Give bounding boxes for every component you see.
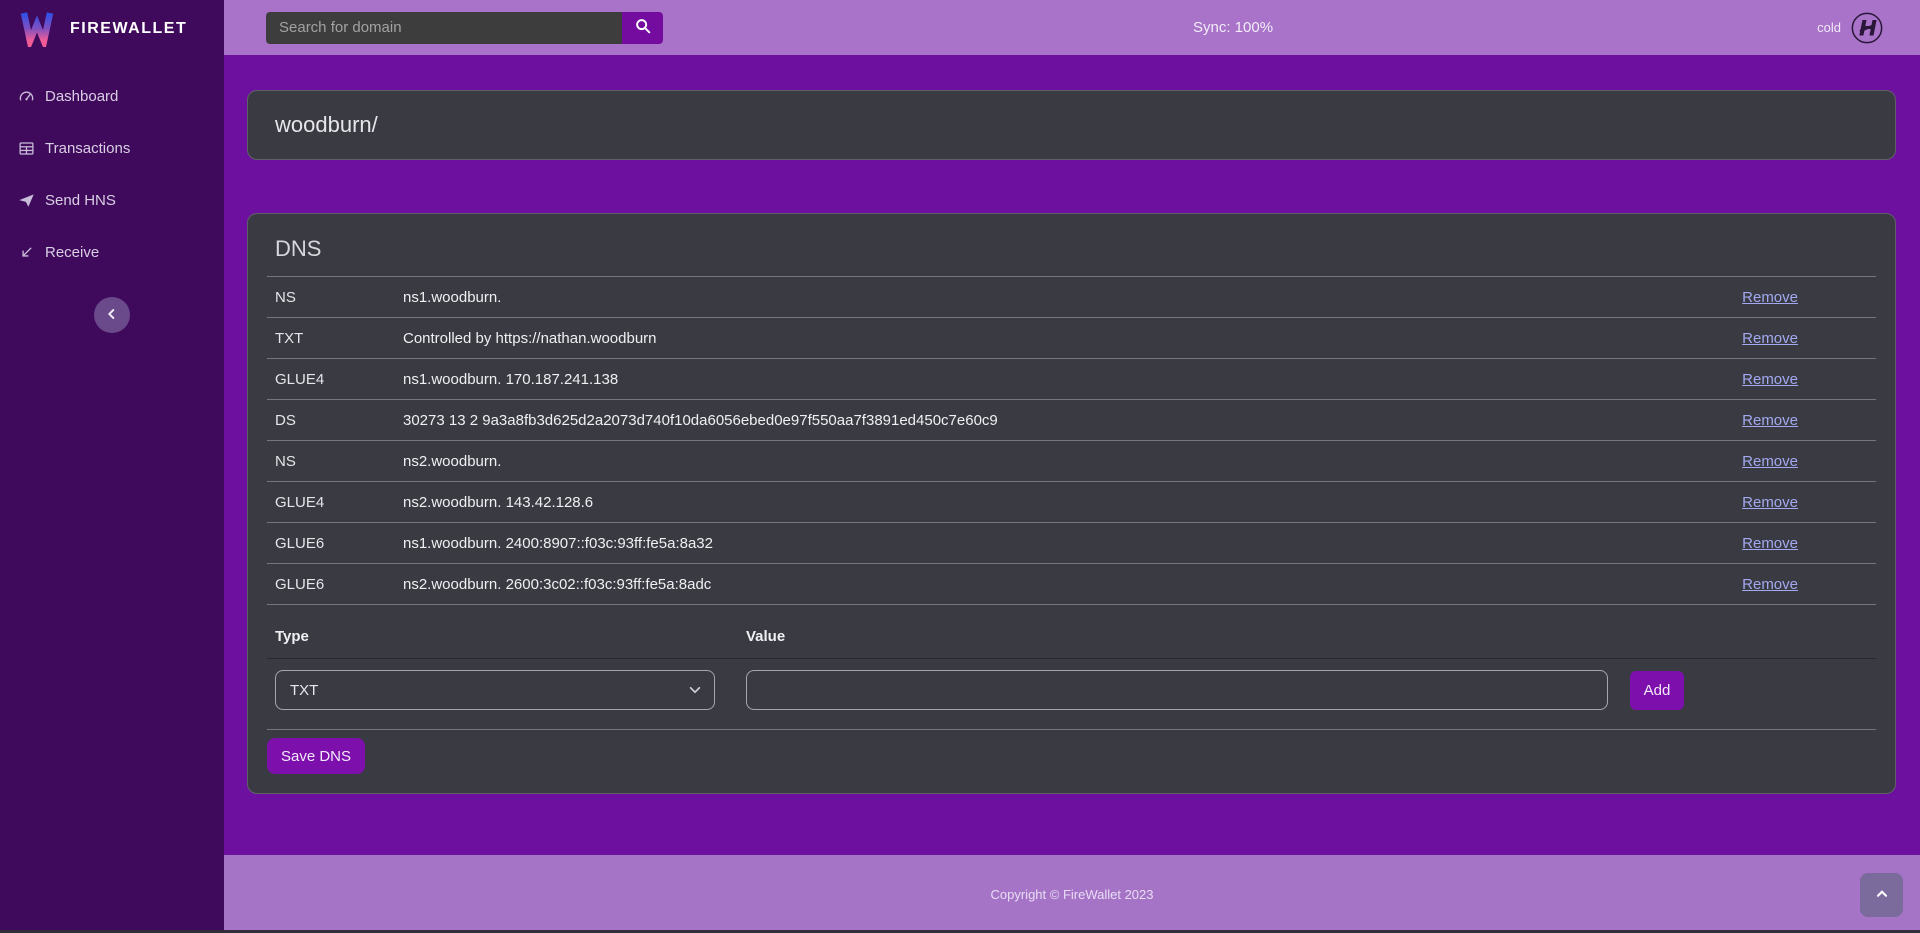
- dns-record-row: NS ns1.woodburn. Remove: [267, 277, 1876, 318]
- record-value: ns1.woodburn. 170.187.241.138: [403, 371, 1726, 388]
- remove-record-link[interactable]: Remove: [1742, 494, 1798, 511]
- sidebar-item-transactions[interactable]: Transactions: [0, 122, 224, 174]
- wallet-name: cold: [1817, 20, 1841, 35]
- handshake-logo-icon[interactable]: H: [1850, 11, 1884, 45]
- firewallet-app: FIREWALLET Dashboard: [0, 0, 1920, 933]
- sidebar-item-receive[interactable]: Receive: [0, 226, 224, 278]
- arrow-down-left-icon: [18, 244, 35, 261]
- domain-title: woodburn/: [275, 112, 378, 138]
- topbar: Sync: 100% cold H: [224, 0, 1920, 55]
- save-dns-button[interactable]: Save DNS: [267, 738, 365, 774]
- remove-record-link[interactable]: Remove: [1742, 535, 1798, 552]
- form-header-divider: [267, 658, 1876, 659]
- record-value: ns2.woodburn. 143.42.128.6: [403, 494, 1726, 511]
- record-type: GLUE4: [275, 494, 403, 511]
- svg-text:H: H: [1859, 16, 1877, 41]
- record-type: GLUE6: [275, 535, 403, 552]
- record-type: GLUE4: [275, 371, 403, 388]
- sidebar-collapse-button[interactable]: [94, 297, 130, 333]
- domain-title-card: woodburn/: [247, 90, 1896, 160]
- record-type-select-wrap: TXT: [275, 670, 715, 710]
- sidebar-item-dashboard[interactable]: Dashboard: [0, 70, 224, 122]
- sidebar-item-label: Send HNS: [45, 192, 116, 209]
- table-icon: [18, 140, 35, 157]
- main-area: woodburn/ DNS NS ns1.woodburn. Remove TX…: [224, 55, 1920, 855]
- record-type: TXT: [275, 330, 403, 347]
- sidebar-item-label: Receive: [45, 244, 99, 261]
- record-value: ns1.woodburn. 2400:8907::f03c:93ff:fe5a:…: [403, 535, 1726, 552]
- search-input[interactable]: [266, 12, 622, 44]
- sidebar-item-label: Transactions: [45, 140, 130, 157]
- remove-record-link[interactable]: Remove: [1742, 576, 1798, 593]
- brand-name: FIREWALLET: [70, 20, 187, 38]
- search-icon: [634, 17, 652, 38]
- footer: Copyright © FireWallet 2023: [224, 855, 1920, 933]
- dns-record-row: GLUE4 ns1.woodburn. 170.187.241.138 Remo…: [267, 359, 1876, 400]
- record-value: 30273 13 2 9a3a8fb3d625d2a2073d740f10da6…: [403, 412, 1726, 429]
- scroll-to-top-button[interactable]: [1860, 873, 1903, 917]
- remove-record-link[interactable]: Remove: [1742, 453, 1798, 470]
- gauge-icon: [18, 88, 35, 105]
- remove-record-link[interactable]: Remove: [1742, 371, 1798, 388]
- content-column: Sync: 100% cold H woodburn/ DNS: [224, 0, 1920, 933]
- remove-record-link[interactable]: Remove: [1742, 330, 1798, 347]
- add-record-button[interactable]: Add: [1630, 671, 1684, 710]
- record-type: DS: [275, 412, 403, 429]
- chevron-up-icon: [1874, 886, 1890, 905]
- sidebar-nav: Dashboard Transactions: [0, 70, 224, 278]
- dns-card: DNS NS ns1.woodburn. Remove TXT Controll…: [247, 213, 1896, 794]
- remove-record-link[interactable]: Remove: [1742, 412, 1798, 429]
- domain-search: [266, 12, 663, 44]
- paper-plane-icon: [18, 192, 35, 209]
- dns-form-headers: Type Value: [267, 605, 1876, 658]
- wallet-indicator: cold H: [1817, 11, 1884, 45]
- dns-record-row: GLUE6 ns2.woodburn. 2600:3c02::f03c:93ff…: [267, 564, 1876, 605]
- dns-records: NS ns1.woodburn. Remove TXT Controlled b…: [267, 276, 1876, 605]
- record-value: ns2.woodburn. 2600:3c02::f03c:93ff:fe5a:…: [403, 576, 1726, 593]
- search-button[interactable]: [622, 12, 663, 44]
- copyright-text: Copyright © FireWallet 2023: [991, 887, 1154, 902]
- record-type: NS: [275, 289, 403, 306]
- value-column-header: Value: [746, 628, 785, 645]
- dns-record-row: GLUE6 ns1.woodburn. 2400:8907::f03c:93ff…: [267, 523, 1876, 564]
- sidebar-item-label: Dashboard: [45, 88, 118, 105]
- record-value: ns1.woodburn.: [403, 289, 1726, 306]
- record-value-input[interactable]: [746, 670, 1608, 710]
- record-type: NS: [275, 453, 403, 470]
- sync-status: Sync: 100%: [1193, 19, 1273, 36]
- dns-record-row: TXT Controlled by https://nathan.woodbur…: [267, 318, 1876, 359]
- remove-record-link[interactable]: Remove: [1742, 289, 1798, 306]
- sidebar-item-send-hns[interactable]: Send HNS: [0, 174, 224, 226]
- record-type-select[interactable]: TXT: [275, 670, 715, 710]
- brand[interactable]: FIREWALLET: [0, 0, 224, 58]
- sidebar: FIREWALLET Dashboard: [0, 0, 224, 933]
- save-divider: [267, 729, 1876, 730]
- chevron-left-icon: [104, 306, 120, 325]
- dns-record-row: NS ns2.woodburn. Remove: [267, 441, 1876, 482]
- record-value: ns2.woodburn.: [403, 453, 1726, 470]
- type-column-header: Type: [275, 628, 746, 645]
- dns-record-row: DS 30273 13 2 9a3a8fb3d625d2a2073d740f10…: [267, 400, 1876, 441]
- dns-card-title: DNS: [248, 214, 1895, 276]
- dns-table: NS ns1.woodburn. Remove TXT Controlled b…: [267, 276, 1876, 774]
- firewallet-logo-icon: [17, 7, 57, 52]
- add-record-row: TXT Add: [267, 670, 1876, 710]
- record-value: Controlled by https://nathan.woodburn: [403, 330, 1726, 347]
- record-type: GLUE6: [275, 576, 403, 593]
- dns-record-row: GLUE4 ns2.woodburn. 143.42.128.6 Remove: [267, 482, 1876, 523]
